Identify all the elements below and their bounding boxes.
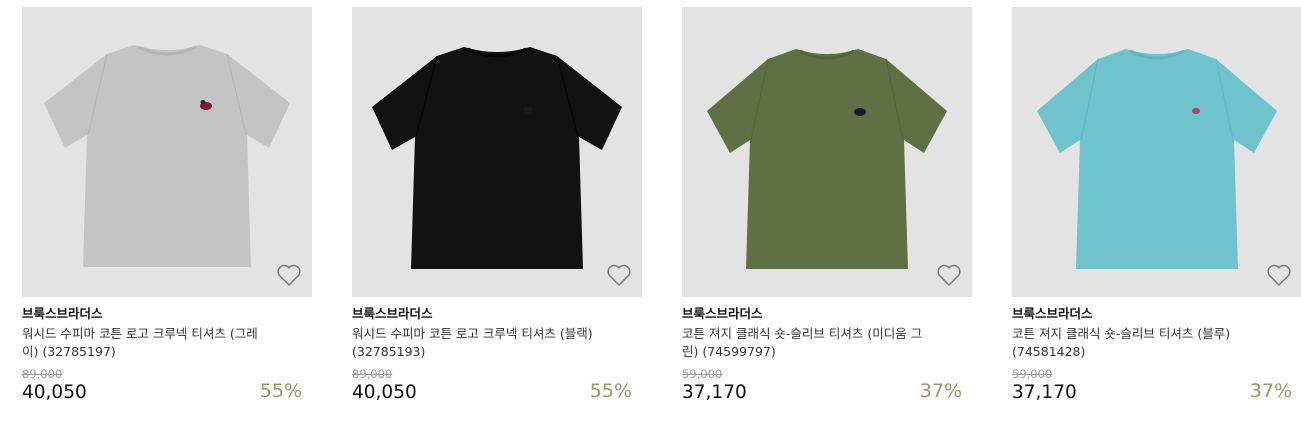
brand-name[interactable]: 브룩스브라더스 (682, 306, 972, 322)
heart-outline-icon[interactable] (606, 263, 632, 287)
product-name[interactable]: 코튼 져지 클래식 숏-슬리브 티셔츠 (미디움 그린) (74599797) (682, 325, 930, 361)
product-image[interactable] (22, 7, 312, 297)
logo-emblem-icon (854, 108, 866, 116)
tshirt-image (44, 45, 290, 267)
discount-rate: 55% (589, 380, 632, 402)
price-row: 40,050 55% (22, 380, 312, 405)
product-card[interactable]: 브룩스브라더스 코튼 져지 클래식 숏-슬리브 티셔츠 (미디움 그린) (74… (682, 7, 972, 405)
sale-price: 37,170 (1012, 382, 1077, 403)
tshirt-image (372, 47, 622, 269)
price-row: 37,170 37% (1012, 380, 1301, 405)
heart-outline-icon[interactable] (1266, 263, 1292, 287)
discount-rate: 37% (1249, 380, 1292, 402)
product-name[interactable]: 워시드 수피마 코튼 로고 크루넥 티셔츠 (그레이) (32785197) (22, 325, 270, 361)
logo-emblem-icon (1192, 108, 1200, 114)
product-image[interactable] (352, 7, 642, 297)
sale-price: 40,050 (22, 382, 87, 403)
sale-price: 40,050 (352, 382, 417, 403)
logo-emblem-icon (523, 107, 533, 113)
brand-name[interactable]: 브룩스브라더스 (1012, 306, 1301, 322)
tshirt-image (707, 49, 947, 269)
heart-outline-icon[interactable] (276, 263, 302, 287)
product-name[interactable]: 워시드 수피마 코튼 로고 크루넥 티셔츠 (블랙) (32785193) (352, 325, 600, 361)
sale-price: 37,170 (682, 382, 747, 403)
product-image[interactable] (682, 7, 972, 297)
discount-rate: 37% (919, 380, 962, 402)
discount-rate: 55% (259, 380, 302, 402)
product-card[interactable]: 브룩스브라더스 코튼 져지 클래식 숏-슬리브 티셔츠 (블루) (745814… (1012, 7, 1301, 405)
price-row: 37,170 37% (682, 380, 972, 405)
price-row: 40,050 55% (352, 380, 642, 405)
tshirt-image (1037, 49, 1277, 269)
heart-outline-icon[interactable] (936, 263, 962, 287)
product-card[interactable]: 브룩스브라더스 워시드 수피마 코튼 로고 크루넥 티셔츠 (블랙) (3278… (352, 7, 642, 405)
product-image[interactable] (1012, 7, 1301, 297)
product-card[interactable]: 브룩스브라더스 워시드 수피마 코튼 로고 크루넥 티셔츠 (그레이) (327… (22, 7, 312, 405)
product-name[interactable]: 코튼 져지 클래식 숏-슬리브 티셔츠 (블루) (74581428) (1012, 325, 1260, 361)
brand-name[interactable]: 브룩스브라더스 (22, 306, 312, 322)
product-grid: 브룩스브라더스 워시드 수피마 코튼 로고 크루넥 티셔츠 (그레이) (327… (0, 0, 1301, 425)
brand-name[interactable]: 브룩스브라더스 (352, 306, 642, 322)
